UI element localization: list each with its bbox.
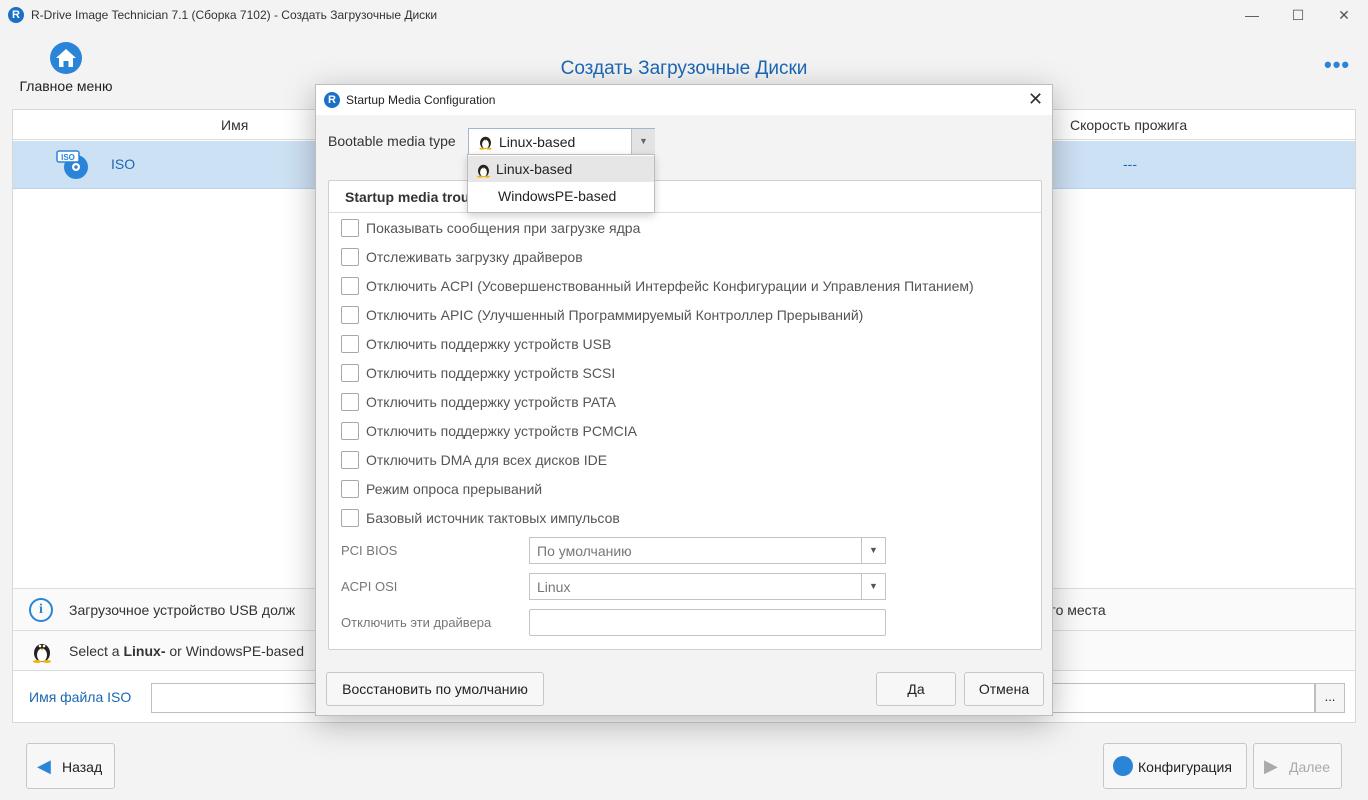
arrow-right-icon: ▶ xyxy=(1264,756,1278,776)
ok-button[interactable]: Да xyxy=(876,672,956,706)
minimize-button[interactable]: — xyxy=(1229,0,1275,32)
cancel-button[interactable]: Отмена xyxy=(964,672,1044,706)
startup-media-dialog: R Startup Media Configuration ✕ Bootable… xyxy=(315,84,1053,716)
linux-tux-icon xyxy=(33,644,51,663)
disable-drivers-input[interactable] xyxy=(529,609,886,636)
pci-bios-select[interactable]: По умолчанию ▼ xyxy=(529,537,886,564)
acpi-osi-label: ACPI OSI xyxy=(341,579,398,594)
page-title: Создать Загрузочные Диски xyxy=(560,58,808,79)
restore-defaults-button[interactable]: Восстановить по умолчанию xyxy=(326,672,544,706)
acpi-osi-select[interactable]: Linux ▼ xyxy=(529,573,886,600)
checkbox[interactable] xyxy=(341,306,359,324)
options-group: Startup media trou Показывать сообщения … xyxy=(328,180,1042,650)
dropdown-option-linux[interactable]: Linux-based xyxy=(468,156,654,182)
disable-drivers-label: Отключить эти драйвера xyxy=(341,615,492,630)
svg-text:ISO: ISO xyxy=(61,153,75,162)
chevron-down-icon[interactable]: ▼ xyxy=(861,538,885,563)
linux-tux-icon xyxy=(477,164,490,178)
arrow-left-icon: ◀ xyxy=(37,756,51,776)
next-button[interactable]: ▶ Далее xyxy=(1253,743,1342,789)
column-speed[interactable]: Скорость прожига xyxy=(1070,117,1187,133)
checkbox[interactable] xyxy=(341,364,359,382)
checkbox[interactable] xyxy=(341,393,359,411)
iso-file-label: Имя файла ISO xyxy=(29,689,132,705)
back-button[interactable]: ◀ Назад xyxy=(26,743,115,789)
chevron-down-icon[interactable]: ▼ xyxy=(631,129,655,154)
checkbox[interactable] xyxy=(341,335,359,353)
checkbox[interactable] xyxy=(341,422,359,440)
settings-icon xyxy=(1113,756,1133,776)
checkbox[interactable] xyxy=(341,451,359,469)
checkbox[interactable] xyxy=(341,219,359,237)
dialog-close-icon[interactable]: ✕ xyxy=(1028,89,1043,110)
window-title: R-Drive Image Technician 7.1 (Сборка 710… xyxy=(31,8,438,22)
iso-disc-icon: ISO xyxy=(56,150,88,179)
column-name[interactable]: Имя xyxy=(221,117,248,133)
maximize-button[interactable]: ☐ xyxy=(1275,0,1321,32)
checkbox[interactable] xyxy=(341,509,359,527)
main-menu-label: Главное меню xyxy=(19,78,113,94)
browse-button[interactable]: ... xyxy=(1315,683,1345,713)
configuration-button[interactable]: Конфигурация xyxy=(1103,743,1247,789)
dialog-title: Startup Media Configuration xyxy=(346,93,496,107)
checkbox[interactable] xyxy=(341,248,359,266)
media-type-label: Bootable media type xyxy=(328,133,456,149)
linux-tux-icon xyxy=(479,136,492,150)
title-bar: R R-Drive Image Technician 7.1 (Сборка 7… xyxy=(0,0,1368,32)
row-speed: --- xyxy=(1123,156,1137,172)
chevron-down-icon[interactable]: ▼ xyxy=(861,574,885,599)
linux-info-text: Select a Linux- or WindowsPE-based xyxy=(69,643,304,659)
media-type-dropdown-list: Linux-based WindowsPE-based xyxy=(467,154,655,213)
media-type-select[interactable]: Linux-based ▼ xyxy=(468,128,655,155)
checkbox[interactable] xyxy=(341,480,359,498)
usb-info-text: Загрузочное устройство USB долж xyxy=(69,602,296,618)
info-icon: i xyxy=(29,598,53,622)
dialog-logo-icon: R xyxy=(324,92,340,108)
row-name: ISO xyxy=(111,156,136,172)
checkbox[interactable] xyxy=(341,277,359,295)
dialog-title-bar: R Startup Media Configuration ✕ xyxy=(316,85,1052,115)
app-logo-icon: R xyxy=(8,7,24,23)
pci-bios-label: PCI BIOS xyxy=(341,543,398,558)
more-options-icon[interactable]: ••• xyxy=(1324,52,1350,78)
close-window-button[interactable]: ✕ xyxy=(1321,0,1367,32)
group-title: Startup media trou xyxy=(329,181,1041,213)
dropdown-option-windowspe[interactable]: WindowsPE-based xyxy=(468,183,654,209)
